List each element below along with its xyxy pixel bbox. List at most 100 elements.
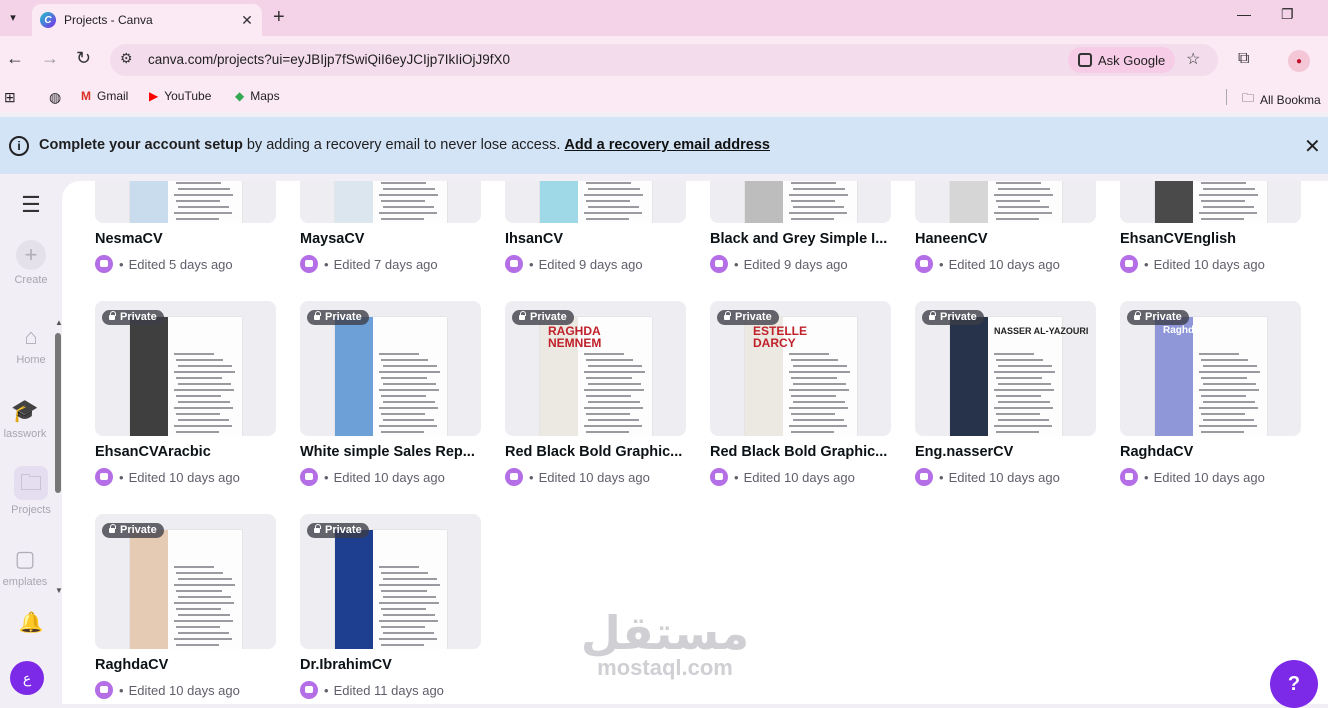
separator-dot: • <box>529 469 534 485</box>
bookmarks-bar: ⊞ ◍ M Gmail ▶ YouTube ◆ Maps 🗀 All Bookma <box>0 82 1328 112</box>
project-thumbnail[interactable]: Private <box>300 301 481 436</box>
sidebar-item-templates[interactable]: ▢ emplates <box>0 546 56 588</box>
resume-text-line <box>791 377 837 379</box>
project-card[interactable]: RAGHDA NEMNEM Private Red Black Bold Graph… <box>505 301 686 486</box>
edited-time: Edited 10 days ago <box>948 256 1060 272</box>
project-card[interactable]: Private EhsanCVAracbic • Edited 10 days ago <box>95 301 276 486</box>
all-bookmarks-folder[interactable]: 🗀 All Bookma <box>1242 89 1321 110</box>
project-title[interactable]: White simple Sales Rep... <box>300 444 481 460</box>
bookmark-star-icon[interactable]: ☆ <box>1186 49 1200 69</box>
project-title[interactable]: IhsanCV <box>505 231 686 247</box>
project-thumbnail[interactable]: Private <box>95 514 276 649</box>
user-avatar[interactable]: ع <box>10 661 44 695</box>
project-card[interactable]: MaysaCV • Edited 7 days ago <box>300 181 481 273</box>
project-thumbnail[interactable] <box>300 181 481 223</box>
project-title[interactable]: NesmaCV <box>95 231 276 247</box>
edited-time: Edited 10 days ago <box>333 469 445 485</box>
site-info-icon[interactable]: ⚙ <box>120 50 133 67</box>
restore-icon[interactable]: ❐ <box>1281 6 1294 23</box>
project-title[interactable]: RaghdaCV <box>95 657 276 673</box>
edited-time: Edited 10 days ago <box>1153 256 1265 272</box>
profile-avatar[interactable]: ● <box>1288 50 1310 72</box>
project-title[interactable]: EhsanCVAracbic <box>95 444 276 460</box>
scrollbar-thumb[interactable] <box>55 333 61 493</box>
resume-text-line <box>383 419 434 421</box>
project-card[interactable]: Private White simple Sales Rep... • Edited … <box>300 301 481 486</box>
hamburger-menu-icon[interactable]: ☰ <box>0 192 62 218</box>
project-thumbnail[interactable]: Private <box>300 514 481 649</box>
bookmark-youtube[interactable]: ▶ YouTube <box>149 89 211 103</box>
project-title[interactable]: Red Black Bold Graphic... <box>505 444 686 460</box>
minimize-icon[interactable]: — <box>1237 6 1251 22</box>
resume-text-line <box>586 218 629 220</box>
bookmark-gmail[interactable]: M Gmail <box>81 89 128 103</box>
project-thumbnail[interactable]: ESTELLE DARCY Private <box>710 301 891 436</box>
project-title[interactable]: EhsanCVEnglish <box>1120 231 1301 247</box>
ask-google-button[interactable]: Ask Google <box>1068 47 1176 73</box>
sidebar-item-projects[interactable]: 🗀 Projects <box>0 466 62 516</box>
separator-dot: • <box>324 469 329 485</box>
private-badge: Private <box>717 310 779 325</box>
sidebar-item-home[interactable]: ⌂ Home <box>0 324 62 366</box>
project-title[interactable]: Eng.nasserCV <box>915 444 1096 460</box>
bookmark-maps[interactable]: ◆ Maps <box>235 89 280 103</box>
resume-text-line <box>588 383 641 385</box>
add-recovery-email-link[interactable]: Add a recovery email address <box>564 137 770 153</box>
new-tab-plus-icon[interactable]: + <box>273 6 285 28</box>
url-text[interactable]: canva.com/projects?ui=eyJBIjp7fSwiQiI6ey… <box>148 52 510 67</box>
project-thumbnail[interactable]: RAGHDA NEMNEM Private <box>505 301 686 436</box>
project-thumbnail[interactable]: NASSER AL-YAZOURI Private <box>915 301 1096 436</box>
project-thumbnail[interactable] <box>1120 181 1301 223</box>
resume-preview: Raghda <box>1155 317 1267 436</box>
forward-arrow-icon[interactable]: → <box>41 48 59 68</box>
close-tab-icon[interactable]: ✕ <box>238 11 256 29</box>
project-card[interactable]: Private Dr.IbrahimCV • Edited 11 days ago <box>300 514 481 699</box>
sidebar-item-classwork[interactable]: 🎓 lasswork <box>0 398 56 440</box>
help-button[interactable]: ? <box>1270 660 1318 708</box>
project-card[interactable]: NASSER AL-YAZOURI Private Eng.nasserCV • Edi… <box>915 301 1096 486</box>
back-arrow-icon[interactable]: ← <box>6 48 24 68</box>
notifications-bell-icon[interactable]: 🔔 <box>0 610 62 635</box>
close-banner-icon[interactable]: ✕ <box>1304 134 1321 159</box>
reload-icon[interactable]: ↻ <box>76 48 91 68</box>
globe-icon[interactable]: ◍ <box>49 89 61 106</box>
project-card[interactable]: IhsanCV • Edited 9 days ago <box>505 181 686 273</box>
tab-search-chevron-icon[interactable]: ▾ <box>2 6 24 28</box>
project-thumbnail[interactable]: Raghda Private <box>1120 301 1301 436</box>
resume-text-line <box>789 407 848 409</box>
resume-text-line <box>1201 218 1244 220</box>
resume-text-line <box>994 389 1054 391</box>
project-card[interactable]: ESTELLE DARCY Private Red Black Bold Graph… <box>710 301 891 486</box>
resume-text-line <box>178 206 229 208</box>
owner-avatar-icon <box>300 468 318 486</box>
project-title[interactable]: Black and Grey Simple I... <box>710 231 891 247</box>
resume-text-line <box>998 419 1049 421</box>
resume-text-line <box>588 365 642 367</box>
project-card[interactable]: HaneenCV • Edited 10 days ago <box>915 181 1096 273</box>
resume-text-line <box>381 395 426 397</box>
extensions-puzzle-icon[interactable]: ⧉ <box>1238 50 1249 68</box>
project-card[interactable]: Black and Grey Simple I... • Edited 9 days… <box>710 181 891 273</box>
project-thumbnail[interactable] <box>710 181 891 223</box>
project-thumbnail[interactable] <box>95 181 276 223</box>
project-title[interactable]: Dr.IbrahimCV <box>300 657 481 673</box>
resume-text-line <box>178 578 232 580</box>
resume-text-line <box>789 371 850 373</box>
project-card[interactable]: NesmaCV • Edited 5 days ago <box>95 181 276 273</box>
project-title[interactable]: RaghdaCV <box>1120 444 1301 460</box>
address-bar[interactable]: ⚙ canva.com/projects?ui=eyJBIjp7fSwiQiI6… <box>110 44 1218 76</box>
tab-projects-canva[interactable]: C Projects - Canva ✕ <box>32 4 262 36</box>
project-thumbnail[interactable]: Private <box>95 301 276 436</box>
project-thumbnail[interactable] <box>505 181 686 223</box>
sidebar-item-create[interactable]: + Create <box>0 240 62 286</box>
project-card[interactable]: EhsanCVEnglish • Edited 10 days ago <box>1120 181 1301 273</box>
project-card[interactable]: Raghda Private RaghdaCV • Edited 10 days ago <box>1120 301 1301 486</box>
project-thumbnail[interactable] <box>915 181 1096 223</box>
resume-text-line <box>178 365 232 367</box>
project-title[interactable]: MaysaCV <box>300 231 481 247</box>
project-title[interactable]: Red Black Bold Graphic... <box>710 444 891 460</box>
resume-text-line <box>381 182 426 184</box>
apps-grid-icon[interactable]: ⊞ <box>4 89 16 106</box>
project-card[interactable]: Private RaghdaCV • Edited 10 days ago <box>95 514 276 699</box>
project-title[interactable]: HaneenCV <box>915 231 1096 247</box>
